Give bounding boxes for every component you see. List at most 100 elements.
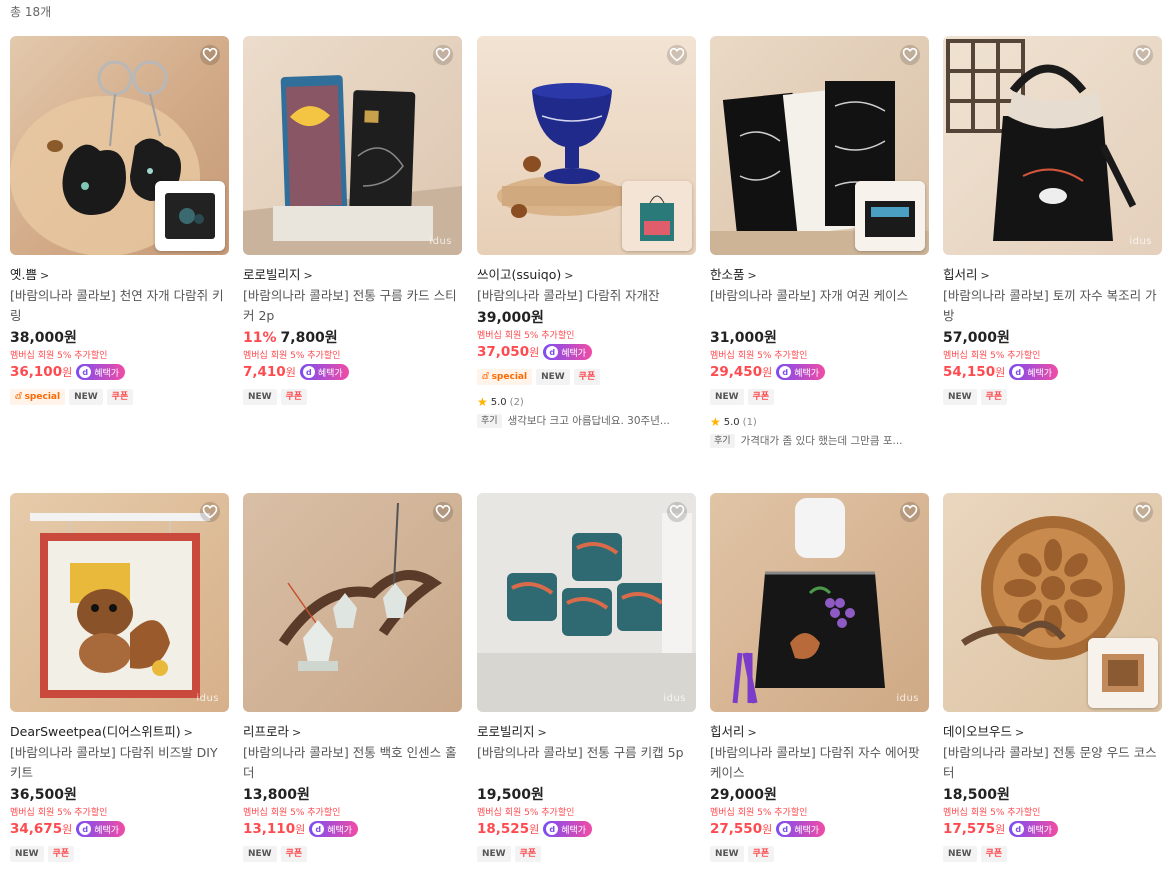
membership-discount-label: 멤버십 회원 5% 추가할인 bbox=[943, 351, 1041, 361]
membership-logo-icon: d bbox=[546, 346, 559, 358]
watermark: idus bbox=[896, 693, 919, 704]
perk-badge: d 혜택가 bbox=[776, 364, 826, 380]
product-name[interactable]: [바람의나라 콜라보] 다람쥐 자개잔 bbox=[477, 286, 696, 306]
perk-badge: d 혜택가 bbox=[309, 821, 359, 837]
review-snippet[interactable]: 후기 가격대가 좀 있다 했는데 그만큼 포... bbox=[710, 433, 929, 448]
product-card[interactable]: idus 로로빌리지 > [바람의나라 콜라보] 전통 구름 카드 스티커 2p … bbox=[243, 36, 462, 405]
product-name[interactable]: [바람의나라 콜라보] 다람쥐 비즈발 DIY 키트 bbox=[10, 743, 229, 783]
wishlist-heart-icon[interactable] bbox=[432, 501, 454, 523]
product-card[interactable]: idus 힙서리 > [바람의나라 콜라보] 다람쥐 자수 에어팟 케이스 29,… bbox=[710, 493, 929, 862]
shop-name[interactable]: 한소품 > bbox=[710, 264, 929, 283]
new-badge: NEW bbox=[943, 389, 977, 405]
incense-holder-illustration bbox=[278, 502, 443, 671]
product-image[interactable] bbox=[477, 36, 696, 255]
shop-name[interactable]: 로로빌리지 > bbox=[477, 721, 696, 740]
product-image[interactable] bbox=[710, 36, 929, 255]
product-card[interactable]: 리프로라 > [바람의나라 콜라보] 전통 백호 인센스 홀더 13,800원 멤… bbox=[243, 493, 462, 862]
new-badge: NEW bbox=[243, 846, 277, 862]
membership-logo-icon: d bbox=[79, 366, 92, 378]
shop-name[interactable]: 쓰이고(ssuiqo) > bbox=[477, 264, 696, 283]
member-price: 18,525원 bbox=[477, 821, 540, 837]
member-price: 7,410원 bbox=[243, 364, 296, 380]
wishlist-heart-icon[interactable] bbox=[666, 501, 688, 523]
membership-discount-label: 멤버십 회원 5% 추가할인 bbox=[710, 351, 808, 361]
wishlist-heart-icon[interactable] bbox=[199, 44, 221, 66]
product-price: 11% 7,800원 bbox=[243, 330, 338, 346]
membership-logo-icon: d bbox=[302, 366, 315, 378]
member-price: 13,110원 bbox=[243, 821, 306, 837]
product-card[interactable]: idus 힙서리 > [바람의나라 콜라보] 토끼 자수 복조리 가방 57,00… bbox=[943, 36, 1162, 405]
new-badge: NEW bbox=[243, 389, 277, 405]
product-image[interactable]: idus bbox=[943, 36, 1162, 255]
shop-name[interactable]: DearSweetpea(디어스위트피) > bbox=[10, 721, 229, 740]
product-name[interactable]: [바람의나라 콜라보] 전통 백호 인센스 홀더 bbox=[243, 743, 462, 783]
member-price: 37,050원 bbox=[477, 344, 540, 360]
watermark: idus bbox=[1129, 236, 1152, 247]
product-image[interactable] bbox=[10, 36, 229, 255]
product-image[interactable] bbox=[943, 493, 1162, 712]
shop-name[interactable]: 로로빌리지 > bbox=[243, 264, 462, 283]
product-price: 57,000원 bbox=[943, 330, 1010, 346]
shop-name[interactable]: 힙서리 > bbox=[710, 721, 929, 740]
new-badge: NEW bbox=[10, 846, 44, 862]
product-price: 31,000원 bbox=[710, 330, 777, 346]
membership-logo-icon: d bbox=[79, 823, 92, 835]
shop-name[interactable]: 리프로라 > bbox=[243, 721, 462, 740]
chevron-right-icon: > bbox=[183, 726, 193, 739]
membership-discount-label: 멤버십 회원 5% 추가할인 bbox=[477, 808, 575, 818]
product-name[interactable]: [바람의나라 콜라보] 다람쥐 자수 에어팟 케이스 bbox=[710, 743, 929, 783]
product-price: 36,500원 bbox=[10, 787, 77, 803]
member-price: 36,100원 bbox=[10, 364, 73, 380]
membership-logo-icon: d bbox=[546, 823, 559, 835]
product-price: 13,800원 bbox=[243, 787, 310, 803]
coupon-badge: 쿠폰 bbox=[280, 846, 308, 862]
product-card[interactable]: idus 로로빌리지 > [바람의나라 콜라보] 전통 구름 키캡 5p 19,5… bbox=[477, 493, 696, 862]
product-name[interactable]: [바람의나라 콜라보] 자개 여권 케이스 bbox=[710, 286, 929, 326]
review-snippet[interactable]: 후기 생각보다 크고 아름답네요. 30주년... bbox=[477, 413, 696, 428]
shop-name[interactable]: 힙서리 > bbox=[943, 264, 1162, 283]
badge-row: NEW 쿠폰 bbox=[710, 846, 929, 862]
membership-discount-label: 멤버십 회원 5% 추가할인 bbox=[943, 808, 1041, 818]
product-image[interactable]: idus bbox=[243, 36, 462, 255]
review-tag: 후기 bbox=[477, 413, 502, 428]
package-thumbnail bbox=[155, 181, 225, 251]
wishlist-heart-icon[interactable] bbox=[899, 44, 921, 66]
coupon-badge: 쿠폰 bbox=[280, 389, 308, 405]
coupon-badge: 쿠폰 bbox=[980, 846, 1008, 862]
product-name[interactable]: [바람의나라 콜라보] 전통 구름 키캡 5p bbox=[477, 743, 696, 783]
product-name[interactable]: [바람의나라 콜라보] 토끼 자수 복조리 가방 bbox=[943, 286, 1162, 326]
product-name[interactable]: [바람의나라 콜라보] 전통 문양 우드 코스터 bbox=[943, 743, 1162, 783]
product-name[interactable]: [바람의나라 콜라보] 천연 자개 다람쥐 키링 bbox=[10, 286, 229, 326]
product-price: 19,500원 bbox=[477, 787, 544, 803]
wishlist-heart-icon[interactable] bbox=[432, 44, 454, 66]
wishlist-heart-icon[interactable] bbox=[199, 501, 221, 523]
rating: ★ 5.0 (1) bbox=[710, 415, 757, 429]
product-image[interactable]: idus bbox=[710, 493, 929, 712]
wishlist-heart-icon[interactable] bbox=[1132, 501, 1154, 523]
product-card[interactable]: 데이오브우드 > [바람의나라 콜라보] 전통 문양 우드 코스터 18,500원… bbox=[943, 493, 1162, 862]
total-count: 총 18개 bbox=[10, 5, 52, 19]
product-card[interactable]: idus DearSweetpea(디어스위트피) > [바람의나라 콜라보] 다… bbox=[10, 493, 229, 862]
wishlist-heart-icon[interactable] bbox=[1132, 44, 1154, 66]
wishlist-heart-icon[interactable] bbox=[666, 44, 688, 66]
product-image[interactable]: idus bbox=[477, 493, 696, 712]
shop-name[interactable]: 옛.쁨 > bbox=[10, 264, 229, 283]
product-name[interactable]: [바람의나라 콜라보] 전통 구름 카드 스티커 2p bbox=[243, 286, 462, 326]
badge-row: NEW 쿠폰 bbox=[10, 846, 229, 862]
perk-badge: d 혜택가 bbox=[1009, 364, 1059, 380]
coupon-badge: 쿠폰 bbox=[514, 846, 542, 862]
shop-name[interactable]: 데이오브우드 > bbox=[943, 721, 1162, 740]
airpod-case-illustration bbox=[732, 498, 885, 704]
product-card[interactable]: 옛.쁨 > [바람의나라 콜라보] 천연 자개 다람쥐 키링 38,000원 멤버… bbox=[10, 36, 229, 405]
new-badge: NEW bbox=[536, 369, 570, 385]
coupon-badge: 쿠폰 bbox=[47, 846, 75, 862]
product-card[interactable]: 한소품 > [바람의나라 콜라보] 자개 여권 케이스 31,000원 멤버십 회… bbox=[710, 36, 929, 448]
badge-row: NEW 쿠폰 bbox=[243, 389, 462, 405]
product-price: 18,500원 bbox=[943, 787, 1010, 803]
product-card[interactable]: 쓰이고(ssuiqo) > [바람의나라 콜라보] 다람쥐 자개잔 39,000원… bbox=[477, 36, 696, 428]
product-image[interactable] bbox=[243, 493, 462, 712]
wishlist-heart-icon[interactable] bbox=[899, 501, 921, 523]
product-image[interactable]: idus bbox=[10, 493, 229, 712]
chevron-right-icon: > bbox=[537, 726, 547, 739]
chevron-right-icon: > bbox=[564, 269, 574, 282]
